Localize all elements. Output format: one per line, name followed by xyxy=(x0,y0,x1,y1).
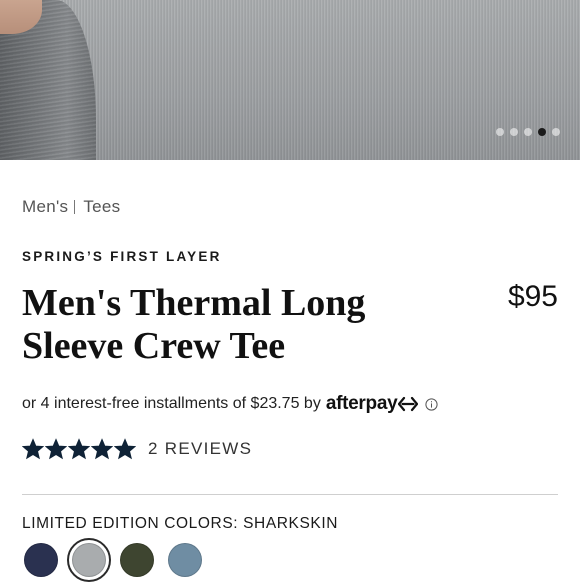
color-swatch[interactable] xyxy=(67,538,111,582)
afterpay-installments: or 4 interest-free installments of $23.7… xyxy=(22,393,438,415)
color-selector-label: LIMITED EDITION COLORS: SHARKSKIN xyxy=(22,515,339,532)
breadcrumb-separator xyxy=(74,200,76,214)
afterpay-arrows-icon xyxy=(398,396,419,412)
star-icon xyxy=(91,438,113,460)
color-swatch[interactable] xyxy=(120,543,154,577)
product-title: Men's Thermal Long Sleeve Crew Tee xyxy=(22,282,366,367)
breadcrumb: Men's Tees xyxy=(22,197,120,217)
carousel-dot[interactable] xyxy=(524,128,532,136)
product-image-carousel[interactable] xyxy=(0,0,580,160)
star-icon xyxy=(68,438,90,460)
carousel-dot[interactable] xyxy=(538,128,546,136)
star-icon xyxy=(114,438,136,460)
reviews-count-link[interactable]: 2 REVIEWS xyxy=(148,439,252,459)
breadcrumb-link-mens[interactable]: Men's xyxy=(22,197,68,217)
carousel-dot[interactable] xyxy=(496,128,504,136)
carousel-pagination xyxy=(496,128,560,136)
color-swatches xyxy=(24,538,202,582)
section-divider xyxy=(22,494,558,495)
star-icon xyxy=(45,438,67,460)
info-icon[interactable] xyxy=(425,397,438,411)
product-eyebrow: SPRING’S FIRST LAYER xyxy=(22,249,222,264)
star-icon xyxy=(22,438,44,460)
afterpay-logo: afterpay xyxy=(325,393,398,414)
color-swatch[interactable] xyxy=(24,543,58,577)
carousel-dot[interactable] xyxy=(510,128,518,136)
afterpay-text: or 4 interest-free installments of $23.7… xyxy=(22,395,321,412)
breadcrumb-link-tees[interactable]: Tees xyxy=(83,197,120,217)
carousel-dot[interactable] xyxy=(552,128,560,136)
color-swatch[interactable] xyxy=(168,543,202,577)
product-price: $95 xyxy=(507,280,558,313)
product-reviews[interactable]: 2 REVIEWS xyxy=(22,438,252,460)
star-rating xyxy=(22,438,136,460)
